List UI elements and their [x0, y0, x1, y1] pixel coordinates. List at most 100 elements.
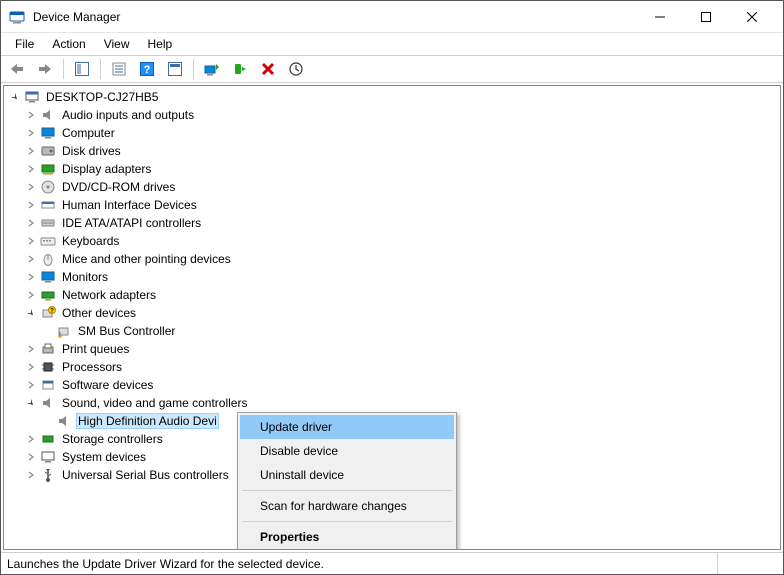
dvd-icon	[40, 179, 56, 195]
menu-help[interactable]: Help	[140, 35, 181, 53]
chevron-down-icon[interactable]	[24, 396, 38, 410]
context-menu-separator	[242, 521, 452, 522]
tree-category[interactable]: Processors	[4, 358, 780, 376]
chevron-down-icon[interactable]	[8, 90, 22, 104]
context-menu-properties[interactable]: Properties	[240, 525, 454, 549]
context-menu-disable-device[interactable]: Disable device	[240, 439, 454, 463]
menu-action[interactable]: Action	[44, 35, 93, 53]
tree-category[interactable]: Computer	[4, 124, 780, 142]
tree-root[interactable]: DESKTOP-CJ27HB5	[4, 88, 780, 106]
category-label: Print queues	[60, 341, 131, 357]
app-icon	[9, 9, 25, 25]
properties-button[interactable]	[107, 58, 131, 80]
audio-icon	[40, 395, 56, 411]
forward-button[interactable]	[33, 58, 57, 80]
printer-icon	[40, 341, 56, 357]
chevron-right-icon[interactable]	[24, 432, 38, 446]
category-label: System devices	[60, 449, 148, 465]
chevron-right-icon[interactable]	[24, 252, 38, 266]
mouse-icon	[40, 251, 56, 267]
chevron-right-icon[interactable]	[24, 144, 38, 158]
ide-icon	[40, 215, 56, 231]
category-label: Mice and other pointing devices	[60, 251, 233, 267]
tree-device[interactable]: ! SM Bus Controller	[4, 322, 780, 340]
tree-category[interactable]: Sound, video and game controllers	[4, 394, 780, 412]
chevron-right-icon[interactable]	[24, 378, 38, 392]
tree-category[interactable]: Display adapters	[4, 160, 780, 178]
toolbar-separator	[63, 59, 64, 79]
chevron-right-icon[interactable]	[24, 126, 38, 140]
back-button[interactable]	[5, 58, 29, 80]
category-label: Human Interface Devices	[60, 197, 199, 213]
svg-text:?: ?	[50, 309, 54, 315]
update-driver-button[interactable]	[200, 58, 224, 80]
chevron-right-icon[interactable]	[24, 342, 38, 356]
chevron-right-icon[interactable]	[24, 270, 38, 284]
menu-bar: File Action View Help	[1, 33, 783, 55]
storage-controller-icon	[40, 431, 56, 447]
tree-category[interactable]: ? Other devices	[4, 304, 780, 322]
computer-icon	[40, 125, 56, 141]
category-label: Disk drives	[60, 143, 123, 159]
category-label: Display adapters	[60, 161, 153, 177]
chevron-right-icon[interactable]	[24, 288, 38, 302]
svg-text:!: !	[59, 332, 60, 338]
chevron-right-icon[interactable]	[24, 180, 38, 194]
category-label: Processors	[60, 359, 124, 375]
device-label: High Definition Audio Devi	[76, 413, 219, 429]
software-device-icon	[40, 377, 56, 393]
context-menu-update-driver[interactable]: Update driver	[240, 415, 454, 439]
maximize-button[interactable]	[683, 2, 729, 32]
category-label: Software devices	[60, 377, 155, 393]
tree-category[interactable]: IDE ATA/ATAPI controllers	[4, 214, 780, 232]
keyboard-icon	[40, 233, 56, 249]
tree-category[interactable]: Network adapters	[4, 286, 780, 304]
show-hide-console-tree-button[interactable]	[70, 58, 94, 80]
hid-icon	[40, 197, 56, 213]
unknown-device-icon: !	[56, 323, 72, 339]
context-menu-scan-hardware[interactable]: Scan for hardware changes	[240, 494, 454, 518]
help-button[interactable]: ?	[135, 58, 159, 80]
tree-category[interactable]: Monitors	[4, 268, 780, 286]
tree-category[interactable]: Human Interface Devices	[4, 196, 780, 214]
close-button[interactable]	[729, 2, 775, 32]
tree-category[interactable]: Audio inputs and outputs	[4, 106, 780, 124]
network-icon	[40, 287, 56, 303]
chevron-right-icon[interactable]	[24, 468, 38, 482]
toolbar-separator	[193, 59, 194, 79]
scan-hardware-button[interactable]	[284, 58, 308, 80]
tree-category[interactable]: DVD/CD-ROM drives	[4, 178, 780, 196]
chevron-right-icon[interactable]	[24, 198, 38, 212]
chevron-right-icon[interactable]	[24, 450, 38, 464]
context-menu-uninstall-device[interactable]: Uninstall device	[240, 463, 454, 487]
device-label: SM Bus Controller	[76, 323, 177, 339]
window-title: Device Manager	[33, 10, 637, 24]
tree-category[interactable]: Software devices	[4, 376, 780, 394]
action-button[interactable]	[163, 58, 187, 80]
enable-device-button[interactable]	[228, 58, 252, 80]
tree-category[interactable]: Keyboards	[4, 232, 780, 250]
display-adapter-icon	[40, 161, 56, 177]
category-label: DVD/CD-ROM drives	[60, 179, 177, 195]
category-label: Sound, video and game controllers	[60, 395, 249, 411]
chevron-right-icon[interactable]	[24, 162, 38, 176]
uninstall-device-button[interactable]	[256, 58, 280, 80]
minimize-button[interactable]	[637, 2, 683, 32]
chevron-right-icon[interactable]	[24, 234, 38, 248]
status-bar: Launches the Update Driver Wizard for th…	[1, 552, 783, 574]
tree-category[interactable]: Print queues	[4, 340, 780, 358]
category-label: Audio inputs and outputs	[60, 107, 196, 123]
tree-category[interactable]: Disk drives	[4, 142, 780, 160]
chevron-right-icon[interactable]	[24, 216, 38, 230]
tree-category[interactable]: Mice and other pointing devices	[4, 250, 780, 268]
menu-file[interactable]: File	[7, 35, 42, 53]
system-device-icon	[40, 449, 56, 465]
chevron-down-icon[interactable]	[24, 306, 38, 320]
context-menu-separator	[242, 490, 452, 491]
category-label: Other devices	[60, 305, 138, 321]
chevron-right-icon[interactable]	[24, 108, 38, 122]
monitor-icon	[40, 269, 56, 285]
menu-view[interactable]: View	[96, 35, 138, 53]
chevron-right-icon[interactable]	[24, 360, 38, 374]
toolbar-separator	[100, 59, 101, 79]
